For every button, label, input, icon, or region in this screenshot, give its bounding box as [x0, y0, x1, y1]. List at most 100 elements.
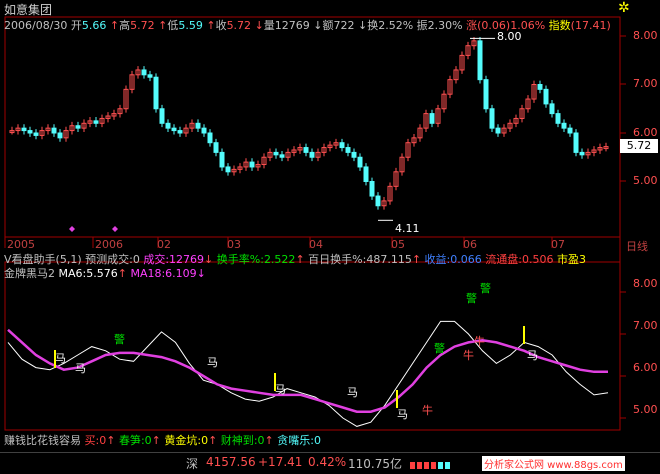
site-link[interactable]: 分析家公式网 www.88gs.com [482, 456, 625, 471]
index-value: (17.41) [570, 19, 611, 32]
time-tick: 07 [551, 238, 565, 251]
indicator-lines [7, 320, 609, 427]
horse-signal: 马 [75, 362, 86, 375]
close-label: 收 [215, 19, 227, 32]
signal-markers: 警警警警马马 马马 马马马牛牛牛 [54, 281, 538, 421]
time-axis: 2005 2006 02 03 04 05 06 07 [5, 238, 620, 251]
price-tick: 8.00 [633, 29, 658, 42]
amplitude-label: 振 [416, 19, 428, 32]
ma18-label: MA18: [130, 267, 166, 280]
ind-tick: 6.00 [633, 361, 658, 374]
amplitude-value: 2.30% [427, 19, 463, 32]
time-tick: 05 [391, 238, 405, 251]
horse-signal: 马 [397, 408, 408, 421]
volume-value: 12769 [274, 19, 310, 32]
turnover-rate-label: 换手率%: [216, 253, 264, 266]
current-price-tag: 5.72 [620, 139, 658, 153]
turnover-label: 换 [367, 19, 379, 32]
price-tick: 6.00 [633, 126, 658, 139]
horse-signal: 马 [527, 349, 538, 362]
horse-signal: 马 [347, 386, 358, 399]
float-label: 流通盘: [485, 253, 522, 266]
time-tick: 04 [309, 238, 323, 251]
bid-label: 收益: [424, 253, 451, 266]
cow-signal: 牛 [422, 403, 433, 417]
hundred-label: 百日换手%: [308, 253, 367, 266]
chart-canvas: 警警警警马马 马马 马马马牛牛牛 [4, 16, 626, 431]
index-value: 4157.56 [206, 455, 256, 469]
ind-tick: 5.00 [633, 403, 658, 416]
index-amount: 110.75亿 [348, 457, 402, 471]
marker-dots [69, 226, 118, 232]
turnover-value: 2.52% [378, 19, 414, 32]
sun-icon[interactable]: ✲ [618, 0, 630, 16]
hundred-value: 487.115 [366, 253, 412, 266]
min-price-label: 4.11 [395, 222, 420, 235]
top-chart-frame [4, 16, 621, 238]
price-tick: 5.00 [633, 174, 658, 187]
amount-value: 722 [333, 19, 355, 32]
price-tick: 7.00 [633, 77, 658, 90]
greedy-label: 贪嘴乐 [277, 434, 311, 447]
volume-label: 量 [263, 19, 275, 32]
open-label: 开 [70, 19, 82, 32]
time-tick: 2006 [95, 238, 123, 251]
current-price: 5.72 [626, 139, 652, 152]
formula-title: 赚钱比花钱容易 [4, 434, 81, 447]
market-name: 深 [186, 457, 199, 471]
gold-value: :0 [197, 434, 209, 447]
warn-signal: 警 [434, 341, 445, 355]
close-value: 5.72 [226, 19, 252, 32]
pe-label: 市盈3 [556, 253, 586, 266]
ind-tick: 8.00 [633, 277, 658, 290]
warn-signal: 警 [466, 291, 477, 305]
time-tick: 03 [227, 238, 241, 251]
bottom-chart-frame [4, 261, 621, 431]
gold-label: 黄金坑 [164, 434, 198, 447]
stock-name: 如意集团 [4, 3, 53, 17]
time-tick: 06 [463, 238, 477, 251]
index-label: 指数 [548, 19, 571, 32]
candlestick-series [9, 36, 609, 221]
warn-signal: 警 [480, 281, 491, 295]
spring-label: 春笋 [118, 434, 141, 447]
status-bar: 深 4157.56 +17.41 0.42% 110.75亿 分析家公式网 ww… [0, 452, 660, 474]
cow-signal: 牛 [463, 348, 474, 362]
ind-tick: 7.00 [633, 319, 658, 332]
turnover-rate-value: 2.522 [263, 253, 296, 266]
buy-value: :0 [95, 434, 107, 447]
amount-label: 额 [322, 19, 334, 32]
period-tab[interactable]: 日线 [626, 238, 648, 254]
low-value: 5.59 [178, 19, 203, 32]
volume-mini-bars [410, 457, 470, 469]
ma6-value: 5.576 [86, 267, 118, 280]
index-change: +17.41 [258, 455, 303, 469]
float-value: 0.506 [521, 253, 554, 266]
buy-label: 买 [84, 434, 96, 447]
spring-value: :0 [140, 434, 152, 447]
ma6-label: MA6: [58, 267, 87, 280]
quote-date: 2006/08/30 [4, 19, 68, 32]
wealth-value: :0 [253, 434, 265, 447]
indicator-bar: 金牌黑马2 MA6:5.576↑ MA18:6.109↓ [4, 267, 206, 280]
high-label: 高 [119, 19, 131, 32]
bid-value: 0.066 [450, 253, 482, 266]
formula-legend: 赚钱比花钱容易 买:0↑ 春笋:0↑ 黄金坑:0↑ 财神到:0↑ 贪嘴乐:0 [4, 434, 321, 447]
index-pct: 0.42% [308, 455, 347, 469]
change-label: 涨 [466, 19, 478, 32]
greedy-value: :0 [310, 434, 321, 447]
ma18-value: 6.109 [165, 267, 197, 280]
indicator-name: 金牌黑马2 [4, 267, 55, 280]
max-price-label: 8.00 [497, 30, 522, 43]
time-tick: 2005 [7, 238, 35, 251]
horse-signal: 马 [207, 356, 218, 369]
horse-signal: 马 [275, 383, 286, 396]
horse-signal: 马 [55, 352, 66, 365]
wealth-label: 财神到 [220, 434, 254, 447]
cow-signal: 牛 [474, 334, 485, 348]
time-tick: 02 [157, 238, 171, 251]
open-value: 5.66 [81, 19, 107, 32]
high-value: 5.72 [130, 19, 155, 32]
low-label: 低 [167, 19, 179, 32]
warn-signal: 警 [114, 332, 125, 346]
